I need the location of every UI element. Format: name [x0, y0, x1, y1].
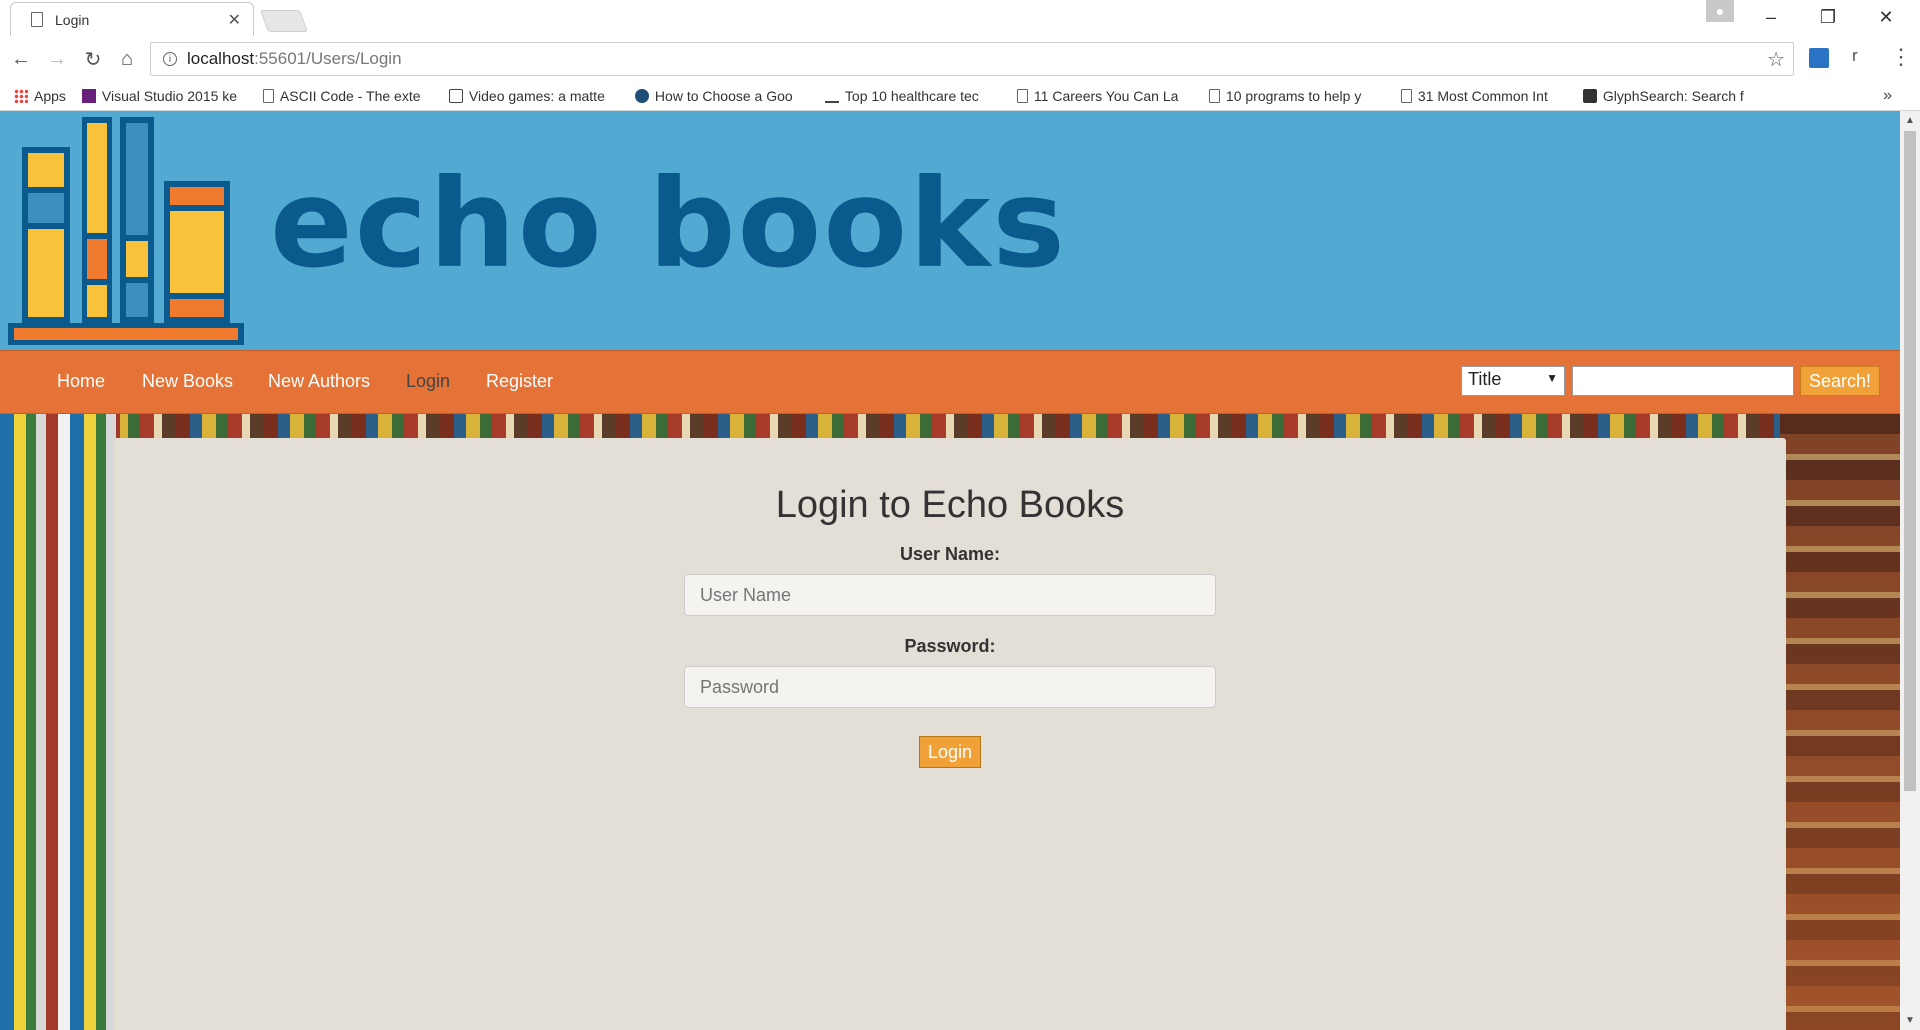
search-type-select[interactable]: Title ▼ — [1461, 366, 1565, 396]
close-tab-icon[interactable]: ✕ — [228, 10, 241, 30]
url-host: localhost — [187, 49, 255, 68]
login-panel: Login to Echo Books User Name: Password:… — [114, 438, 1786, 1030]
forward-icon[interactable]: → — [44, 46, 70, 72]
bookmark-item[interactable]: 31 Most Common Int — [1400, 88, 1567, 104]
site-navbar: Home New Books New Authors Login Registe… — [0, 350, 1900, 414]
extension-icon[interactable] — [1809, 48, 1829, 68]
browser-tabstrip: Login ✕ ● – ❐ ✕ — [0, 0, 1920, 36]
nav-login[interactable]: Login — [406, 371, 450, 392]
password-label: Password: — [904, 636, 996, 656]
bookmark-apps[interactable]: Apps — [14, 88, 66, 104]
browser-toolbar: ← → ↻ ⌂ i localhost:55601/Users/Login ☆ … — [0, 36, 1920, 82]
search-input[interactable] — [1572, 366, 1794, 396]
bookmarks-bar: Apps Visual Studio 2015 ke ASCII Code - … — [0, 82, 1920, 111]
browser-menu-icon[interactable]: ⋮ — [1890, 44, 1912, 70]
info-icon[interactable]: i — [163, 52, 177, 66]
bookmark-icon — [634, 89, 649, 103]
page-title: Login to Echo Books — [775, 484, 1125, 526]
bookshelf-logo-icon — [8, 117, 244, 345]
bookmark-item[interactable]: How to Choose a Goo — [634, 88, 809, 104]
glyphsearch-icon — [1582, 89, 1597, 103]
page-icon — [1016, 89, 1028, 103]
home-icon[interactable]: ⌂ — [114, 46, 140, 72]
close-window-icon[interactable]: ✕ — [1858, 0, 1914, 34]
browser-tab[interactable]: Login ✕ — [10, 2, 254, 36]
tab-title: Login — [55, 11, 90, 28]
login-button[interactable]: Login — [919, 736, 981, 768]
bookmark-icon — [448, 89, 463, 103]
site-header: echo books — [0, 111, 1900, 350]
bookmark-star-icon[interactable]: ☆ — [1767, 47, 1785, 72]
nav-new-books[interactable]: New Books — [142, 371, 233, 392]
scroll-down-icon[interactable]: ▼ — [1905, 1015, 1915, 1026]
site-brand[interactable]: echo books — [270, 153, 1067, 295]
bookshelf-right-image — [1780, 414, 1900, 1030]
page-scrollbar[interactable]: ▲ ▼ — [1900, 111, 1920, 1030]
new-tab-button[interactable] — [259, 10, 309, 32]
apps-grid-icon — [14, 89, 28, 103]
bookmark-item[interactable]: 11 Careers You Can La — [1016, 88, 1193, 104]
bookmark-item[interactable]: Visual Studio 2015 ke — [81, 88, 247, 104]
bookshelf-left-image — [0, 414, 120, 1030]
nav-register[interactable]: Register — [486, 371, 553, 392]
bookmark-item[interactable]: ASCII Code - The exte — [262, 88, 433, 104]
nav-new-authors[interactable]: New Authors — [268, 371, 370, 392]
username-input[interactable] — [684, 574, 1216, 616]
bookmark-item[interactable]: Video games: a matte — [448, 88, 619, 104]
page-viewport: echo books Home New Books New Authors Lo… — [0, 111, 1900, 1030]
bookmark-item[interactable]: 10 programs to help y — [1208, 88, 1385, 104]
page-icon — [1208, 89, 1220, 103]
profile-icon[interactable]: ● — [1706, 0, 1734, 22]
minimize-icon[interactable]: – — [1743, 0, 1799, 34]
scrollbar-thumb[interactable] — [1904, 131, 1916, 791]
back-icon[interactable]: ← — [8, 46, 34, 72]
nav-home[interactable]: Home — [57, 371, 105, 392]
more-bookmarks-icon[interactable]: » — [1883, 87, 1892, 105]
extension-r[interactable]: r — [1852, 46, 1858, 66]
bookmark-item[interactable]: Top 10 healthcare tec — [824, 88, 1001, 104]
password-input[interactable] — [684, 666, 1216, 708]
dropdown-arrow-icon: ▼ — [1546, 371, 1558, 385]
address-bar[interactable]: i localhost:55601/Users/Login ☆ — [150, 42, 1794, 76]
username-label: User Name: — [899, 544, 1001, 564]
reload-icon[interactable]: ↻ — [80, 46, 106, 72]
search-button[interactable]: Search! — [1800, 366, 1880, 396]
url-path: :55601/Users/Login — [254, 49, 402, 68]
scroll-up-icon[interactable]: ▲ — [1905, 115, 1915, 126]
page-icon — [262, 89, 274, 103]
bookmark-item[interactable]: GlyphSearch: Search f — [1582, 88, 1759, 104]
visual-studio-icon — [81, 89, 96, 103]
page-icon — [1400, 89, 1412, 103]
search-type-value: Title — [1468, 369, 1502, 389]
page-icon — [31, 12, 43, 27]
bookmark-icon — [824, 89, 839, 103]
restore-icon[interactable]: ❐ — [1800, 0, 1856, 34]
